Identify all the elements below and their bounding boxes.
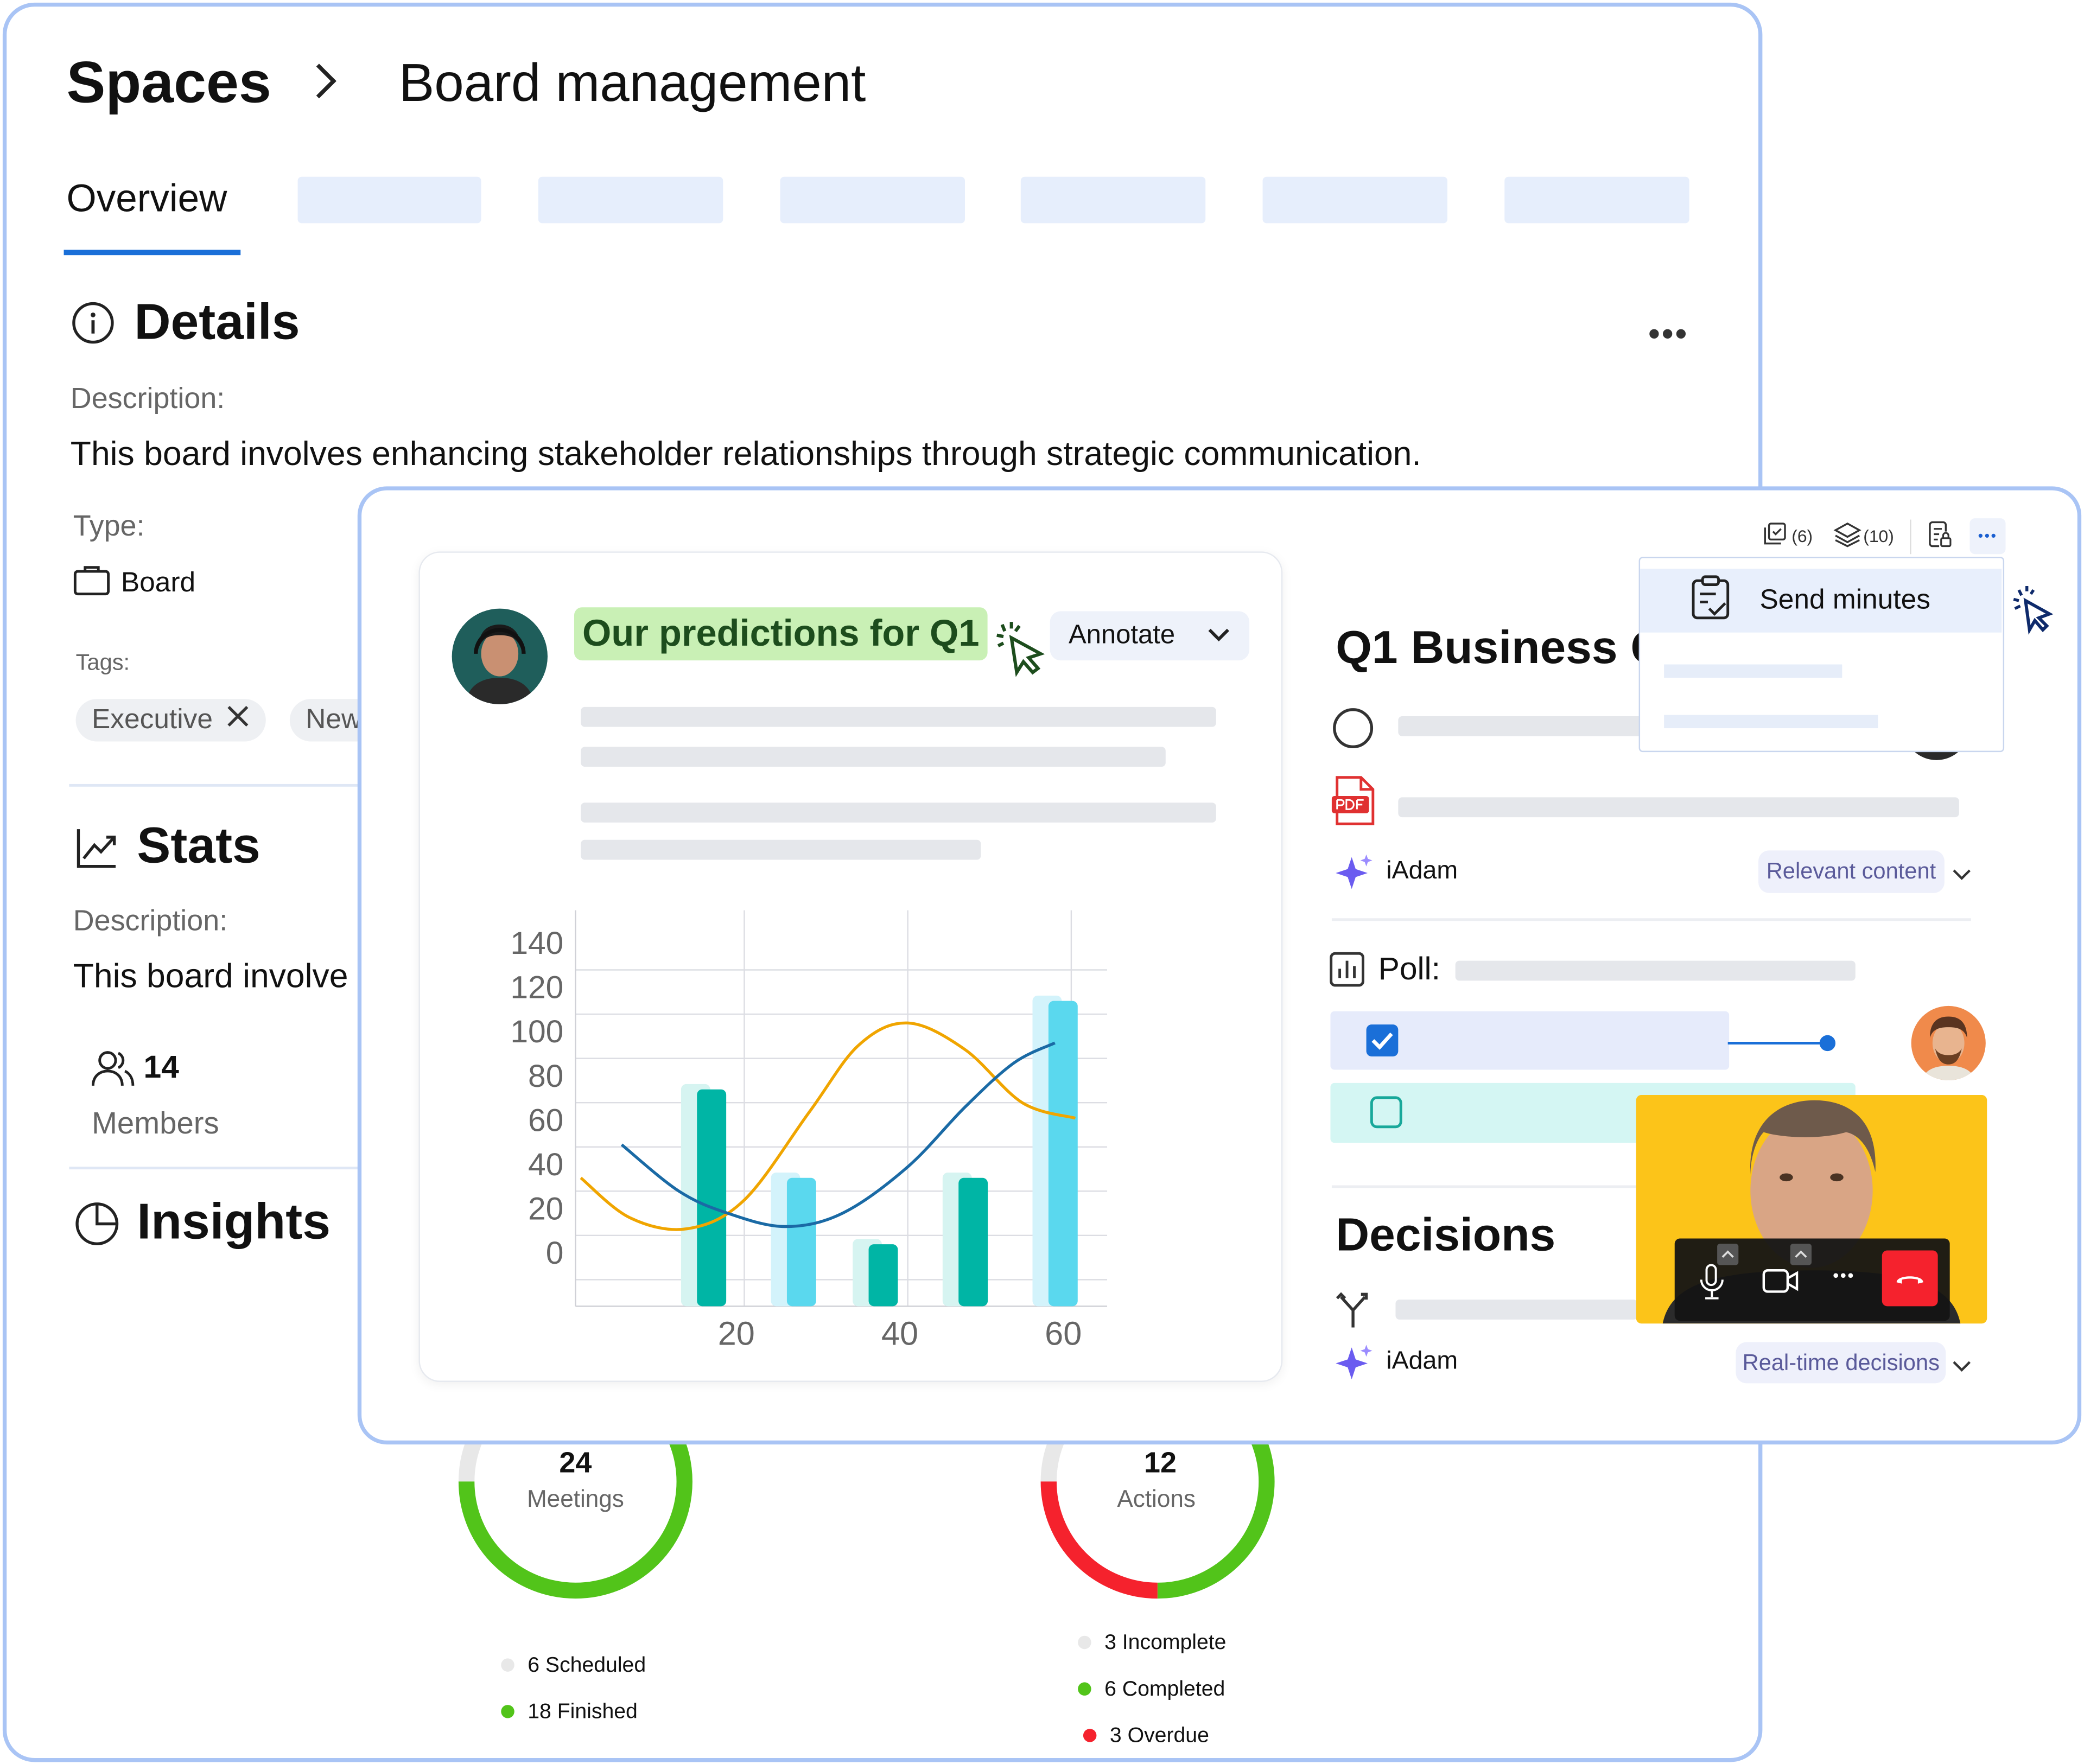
microphone-icon[interactable] [1699, 1263, 1725, 1309]
y-tick-label: 100 [510, 1014, 563, 1049]
iadam-label: iAdam [1386, 1347, 1458, 1375]
bar [1048, 1001, 1078, 1307]
chip-label: Real-time decisions [1742, 1349, 1940, 1375]
sparkle-icon [1335, 1343, 1374, 1390]
bar [868, 1244, 898, 1307]
y-tick-label: 140 [510, 926, 563, 961]
x-tick-label: 40 [881, 1315, 918, 1352]
menu-item-send-minutes[interactable]: Send minutes [1640, 569, 2002, 633]
poll-icon [1329, 951, 1367, 995]
document-lock-icon[interactable] [1927, 521, 1952, 551]
divider [1331, 1185, 1638, 1188]
more-menu: Send minutes [1638, 557, 2005, 753]
cursor-click-icon [2012, 585, 2057, 642]
checkbox-checked[interactable] [1366, 1024, 1399, 1063]
text-skeleton [1398, 797, 1959, 818]
tasks-button[interactable]: (6) [1762, 522, 1813, 550]
poll-progress-line [1727, 1042, 1828, 1045]
y-tick-label: 0 [546, 1236, 564, 1271]
bar [958, 1177, 988, 1307]
layers-icon [1833, 522, 1861, 550]
chevron-down-icon[interactable] [1953, 865, 1971, 889]
text-skeleton [1455, 960, 1856, 981]
real-time-decisions-chip[interactable]: Real-time decisions [1736, 1342, 1947, 1384]
menu-item-placeholder[interactable] [1664, 715, 1878, 729]
agenda-title: Q1 Business G [1336, 622, 1667, 674]
bar [786, 1177, 816, 1307]
tasks-count: (6) [1791, 526, 1813, 546]
y-tick-label: 120 [510, 970, 563, 1005]
phone-hangup-icon [1896, 1276, 1923, 1284]
x-tick-label: 20 [718, 1315, 755, 1352]
divider [1331, 918, 1971, 921]
more-options-icon[interactable]: ••• [1833, 1265, 1855, 1285]
menu-item-label: Send minutes [1759, 584, 1930, 615]
bar [697, 1089, 727, 1307]
panel-toolbar: (6) (10) ••• [1762, 518, 2006, 555]
hang-up-button[interactable] [1882, 1250, 1938, 1307]
sparkle-icon [1335, 853, 1374, 900]
pdf-file-icon[interactable] [1331, 776, 1377, 833]
checkbox-unchecked[interactable] [1370, 1096, 1402, 1135]
checklist-icon [1762, 522, 1786, 550]
series-line [580, 1021, 1076, 1231]
iadam-label: iAdam [1386, 857, 1458, 886]
layers-button[interactable]: (10) [1833, 522, 1894, 550]
relevant-content-chip[interactable]: Relevant content [1758, 850, 1944, 893]
camera-options-caret[interactable] [1790, 1244, 1812, 1265]
text-skeleton [1395, 1300, 1638, 1320]
menu-item-placeholder[interactable] [1664, 664, 1842, 678]
video-camera-icon[interactable] [1762, 1268, 1800, 1301]
chip-label: Relevant content [1766, 858, 1936, 884]
y-tick-label: 60 [528, 1103, 563, 1138]
fork-icon [1336, 1291, 1370, 1335]
layers-count: (10) [1863, 526, 1894, 546]
poll-progress-dot [1819, 1035, 1836, 1052]
y-tick-label: 20 [528, 1191, 563, 1226]
call-controls: ••• [1674, 1238, 1950, 1321]
chevron-down-icon[interactable] [1953, 1357, 1971, 1380]
voter-avatar [1911, 1005, 1986, 1081]
radio-circle-icon[interactable] [1332, 707, 1374, 756]
clipboard-check-icon [1691, 575, 1730, 627]
poll-label: Poll: [1378, 951, 1440, 988]
x-tick-label: 60 [1045, 1315, 1082, 1352]
y-tick-label: 80 [528, 1059, 563, 1094]
toolbar-divider [1910, 519, 1911, 554]
text-skeleton [1398, 716, 1664, 736]
decisions-heading: Decisions [1336, 1209, 1556, 1262]
y-tick-label: 40 [528, 1147, 563, 1182]
more-button[interactable]: ••• [1969, 518, 2006, 555]
